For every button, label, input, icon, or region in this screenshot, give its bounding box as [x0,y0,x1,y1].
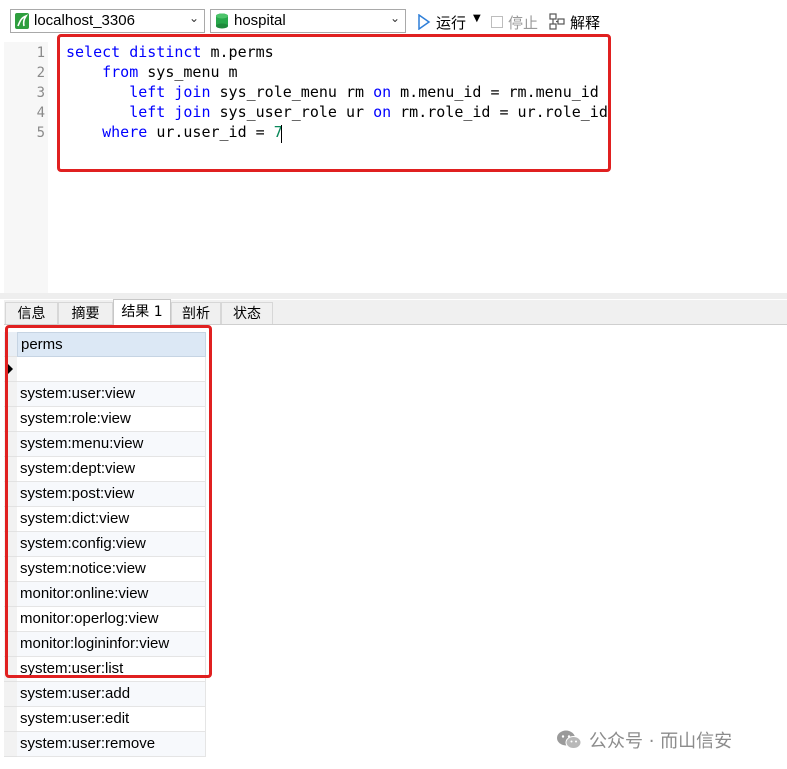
table-cell-perms[interactable]: system:user:remove [17,732,206,757]
line-number: 4 [36,105,45,121]
result-highlight-box [5,325,212,678]
explain-icon [549,13,565,30]
stop-button[interactable]: 停止 [490,12,544,32]
stop-icon [491,16,503,28]
tab-result-2[interactable]: 结果 1 [113,299,171,325]
run-button[interactable]: 运行 ▼ [417,12,483,32]
table-cell-perms[interactable]: system:user:edit [17,707,206,732]
line-number: 5 [36,125,45,141]
run-label: 运行 [436,14,467,32]
connection-select[interactable]: localhost_3306 ⌄ [10,9,205,33]
query-highlight-box [57,34,611,172]
database-value: hospital [234,12,286,29]
table-cell-perms[interactable]: system:user:add [17,682,206,707]
database-select[interactable]: hospital ⌄ [210,9,406,33]
line-number: 2 [36,65,45,81]
watermark-text: 公众号 · 而山信安 [589,731,733,752]
connection-value: localhost_3306 [34,12,135,29]
chevron-down-icon: ⌄ [188,11,199,25]
line-number: 1 [36,45,45,61]
tab-result-4[interactable]: 状态 [221,302,273,324]
tab-result-0[interactable]: 信息 [5,302,58,324]
tab-result-3[interactable]: 剖析 [171,302,221,324]
dropdown-arrow-icon: ▼ [473,13,481,24]
mysql-connection-icon [15,13,29,29]
play-icon [418,14,431,30]
chevron-down-icon: ⌄ [389,11,400,25]
row-header[interactable] [4,707,17,732]
database-icon [216,13,228,29]
explain-button[interactable]: 解释 [549,12,605,32]
line-number: 3 [36,85,45,101]
explain-label: 解释 [570,14,601,32]
tab-result-1[interactable]: 摘要 [58,302,113,324]
wechat-icon [557,730,582,749]
stop-label: 停止 [508,14,539,32]
row-header[interactable] [4,682,17,707]
row-header[interactable] [4,732,17,757]
